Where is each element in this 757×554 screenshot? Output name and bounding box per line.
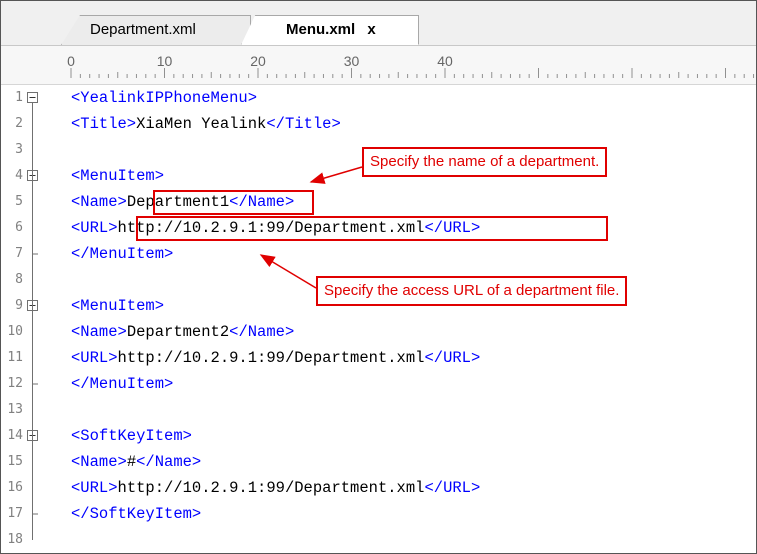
- tab-label: Menu.xml: [286, 21, 356, 38]
- editor-window: Department.xml Menu.xml x 0 10 20 30 40 1 <Ye…: [0, 0, 757, 554]
- close-icon[interactable]: x: [367, 21, 375, 38]
- ruler-label: 10: [157, 53, 173, 69]
- name-arrow: [309, 166, 363, 184]
- annotation-arrows: [259, 166, 363, 289]
- code-editor[interactable]: 1 <YealinkIPPhoneMenu> 2 <Title>XiaMen Yeal…: [1, 85, 756, 553]
- tab-department-xml[interactable]: Department.xml: [61, 15, 251, 45]
- ruler-label: 40: [437, 53, 453, 69]
- tab-label: Department.xml: [90, 21, 196, 38]
- ruler-ticks: 0 10 20 30 40: [67, 53, 755, 78]
- tab-menu-xml[interactable]: Menu.xml x: [241, 15, 419, 45]
- tab-bar: Department.xml Menu.xml x: [1, 1, 756, 46]
- ruler-label: 0: [67, 53, 75, 69]
- ruler-label: 20: [250, 53, 266, 69]
- ruler-label: 30: [344, 53, 360, 69]
- column-ruler: 0 10 20 30 40: [1, 46, 756, 85]
- url-arrow: [259, 254, 317, 289]
